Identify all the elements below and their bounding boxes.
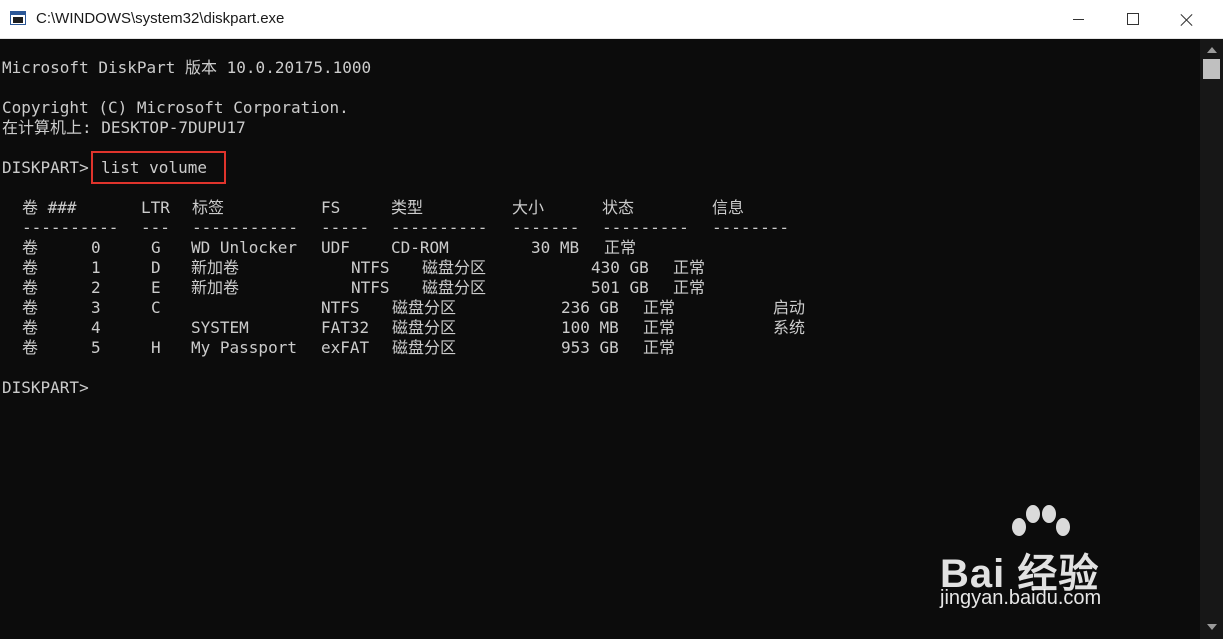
scroll-down-icon[interactable] [1207,624,1217,630]
table-cell-ltr: G [151,238,161,257]
table-cell-ltr: H [151,338,161,357]
table-cell-vol: 卷 [22,298,39,317]
header-size: 大小 [512,198,545,217]
header-info: 信息 [712,198,745,217]
header-status: 状态 [602,198,635,217]
table-cell-status: 正常 [604,238,637,257]
table-cell-num: 3 [91,298,101,317]
separator-status: --------- [602,218,689,237]
table-cell-num: 4 [91,318,101,337]
table-cell-vol: 卷 [22,278,39,297]
table-cell-type: 磁盘分区 [392,338,457,357]
command-prompt: DISKPART> [2,158,89,177]
table-cell-fs: NTFS [321,298,360,317]
table-cell-type: CD-ROM [391,238,449,257]
close-button[interactable] [1160,0,1213,38]
separator-type: ---------- [391,218,488,237]
table-cell-num: 1 [91,258,101,277]
table-cell-vol: 卷 [22,238,39,257]
table-cell-status: 正常 [673,258,706,277]
header-type: 类型 [391,198,424,217]
maximize-button[interactable] [1106,0,1159,38]
separator-fs: ----- [321,218,370,237]
command-prompt-current[interactable]: DISKPART> [2,378,89,398]
table-cell-size: 953 GB [561,338,619,357]
table-cell-vol: 卷 [22,258,39,277]
app-icon-bar [11,12,25,15]
table-cell-num: 0 [91,238,101,257]
scroll-up-icon[interactable] [1207,47,1217,53]
table-cell-label: WD Unlocker [191,238,297,257]
app-icon-screen [13,17,23,23]
version-line: Microsoft DiskPart 版本 10.0.20175.1000 [2,58,372,77]
table-cell-status: 正常 [643,298,676,317]
copyright-line: Copyright (C) Microsoft Corporation. [2,98,349,117]
command-text: list volume [101,158,207,177]
table-cell-num: 2 [91,278,101,297]
header-ltr: LTR [141,198,170,217]
table-cell-type: 磁盘分区 [422,258,487,277]
header-label: 标签 [192,198,225,217]
scroll-thumb[interactable] [1203,59,1220,79]
computer-line: 在计算机上: DESKTOP-7DUPU17 [2,118,246,137]
table-cell-size: 100 MB [561,318,619,337]
minimize-button[interactable] [1052,0,1105,38]
table-cell-label: 新加卷 [191,278,240,297]
table-cell-label: My Passport [191,338,297,357]
table-cell-fs: NTFS [351,258,390,277]
table-cell-ltr: E [151,278,161,297]
table-cell-fs: NTFS [351,278,390,297]
baidu-watermark: Bai 经验 jingyan.baidu.com [930,505,1170,615]
header-vol: 卷 ### [22,198,77,217]
maximize-icon [1127,13,1139,25]
table-cell-label: 新加卷 [191,258,240,277]
table-cell-info: 系统 [773,318,806,337]
table-cell-vol: 卷 [22,318,39,337]
separator-info: -------- [712,218,790,237]
window-title: C:\WINDOWS\system32\diskpart.exe [36,10,285,27]
separator-size: ------- [512,218,580,237]
table-cell-status: 正常 [643,318,676,337]
table-cell-ltr: C [151,298,161,317]
table-cell-type: 磁盘分区 [392,298,457,317]
table-cell-size: 430 GB [591,258,649,277]
table-cell-fs: exFAT [321,338,370,357]
table-cell-vol: 卷 [22,338,39,357]
table-cell-type: 磁盘分区 [422,278,487,297]
table-cell-label: SYSTEM [191,318,249,337]
table-cell-ltr: D [151,258,161,277]
table-cell-fs: FAT32 [321,318,370,337]
separator-vol: ---------- [22,218,119,237]
vertical-scrollbar[interactable] [1200,39,1223,639]
separator-label: ----------- [192,218,298,237]
table-cell-size: 501 GB [591,278,649,297]
table-cell-size: 236 GB [561,298,619,317]
minimize-icon [1073,19,1084,20]
separator-ltr: --- [141,218,170,237]
table-cell-status: 正常 [643,338,676,357]
watermark-url: jingyan.baidu.com [940,587,1102,609]
table-cell-info: 启动 [773,298,806,317]
title-bar: C:\WINDOWS\system32\diskpart.exe [0,0,1223,39]
table-cell-size: 30 MB [531,238,580,257]
table-cell-status: 正常 [673,278,706,297]
header-fs: FS [321,198,341,217]
console-app-icon [10,11,26,25]
table-cell-fs: UDF [321,238,350,257]
table-cell-type: 磁盘分区 [392,318,457,337]
table-cell-num: 5 [91,338,101,357]
